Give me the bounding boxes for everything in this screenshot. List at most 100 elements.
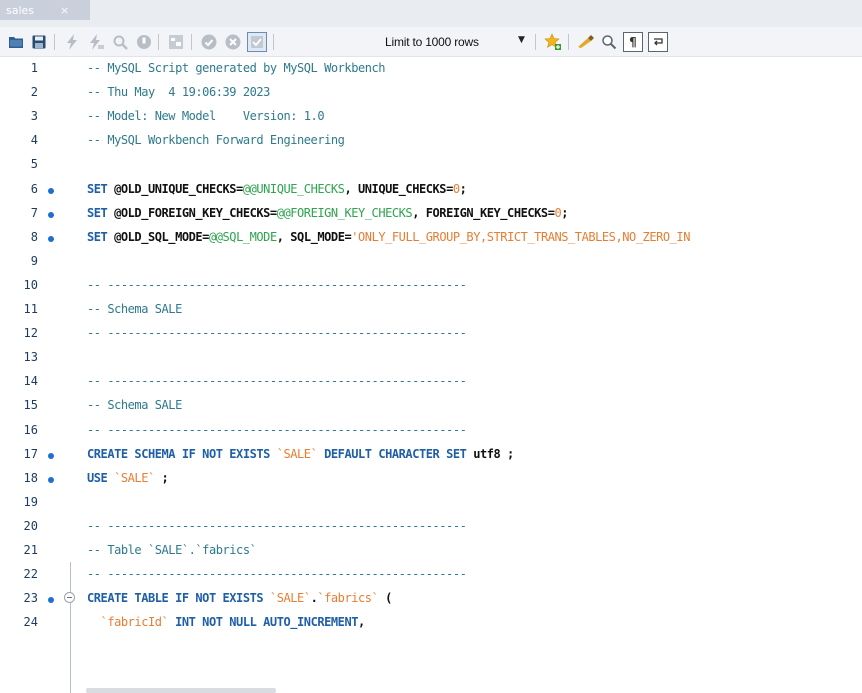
- code-line[interactable]: 7 SET @OLD_FOREIGN_KEY_CHECKS=@@FOREIGN_K…: [0, 202, 862, 226]
- tab-sales[interactable]: sales ×: [0, 0, 90, 20]
- toggle-output-icon[interactable]: [166, 32, 186, 52]
- stop-icon[interactable]: [134, 32, 154, 52]
- code-text: USE `SALE` ;: [87, 471, 169, 485]
- line-number: 15: [23, 398, 38, 413]
- line-number: 13: [23, 350, 38, 365]
- horizontal-scrollbar[interactable]: [86, 688, 276, 693]
- limit-rows-label: Limit to 1000 rows: [385, 35, 479, 49]
- execute-lightning-icon[interactable]: [62, 32, 82, 52]
- line-number: 11: [23, 302, 38, 316]
- code-line[interactable]: 3 -- Model: New Model Version: 1.0: [0, 105, 862, 129]
- line-number: 1: [30, 61, 38, 75]
- sql-editor[interactable]: 1 -- MySQL Script generated by MySQL Work…: [0, 57, 862, 693]
- statement-marker-icon: [48, 476, 54, 483]
- code-line[interactable]: 2 -- Thu May 4 19:06:39 2023: [0, 81, 862, 105]
- code-token: -- -------------------------------------…: [87, 277, 467, 292]
- code-token: SET: [87, 205, 115, 220]
- code-line[interactable]: 23 CREATE TABLE IF NOT EXISTS `SALE`.`fab…: [0, 587, 862, 611]
- code-line[interactable]: 4 -- MySQL Workbench Forward Engineering: [0, 129, 862, 153]
- toolbar-separator: [535, 34, 536, 50]
- save-icon[interactable]: [29, 32, 49, 52]
- statement-marker-icon: [48, 452, 54, 459]
- code-text: SET @OLD_SQL_MODE=@@SQL_MODE, SQL_MODE='…: [87, 230, 690, 244]
- commit-icon[interactable]: [199, 32, 219, 52]
- code-token: @OLD_UNIQUE_CHECKS=: [114, 181, 243, 196]
- toolbar-separator: [158, 34, 159, 50]
- code-text: -- -------------------------------------…: [87, 518, 467, 533]
- code-line[interactable]: 11 -- Schema SALE: [0, 298, 862, 322]
- code-text: -- MySQL Workbench Forward Engineering: [87, 133, 345, 148]
- line-number: 3: [30, 109, 38, 124]
- code-line[interactable]: 13: [0, 346, 862, 370]
- invisible-characters-icon[interactable]: ¶: [623, 32, 643, 52]
- code-token: , FOREIGN_KEY_CHECKS=: [412, 205, 555, 220]
- code-token: -- -------------------------------------…: [87, 518, 467, 533]
- code-text: -- MySQL Script generated by MySQL Workb…: [87, 61, 386, 75]
- beautify-broom-icon[interactable]: [576, 32, 596, 52]
- code-token: SET: [87, 181, 115, 196]
- code-token: ;: [561, 205, 569, 220]
- code-token: DEFAULT CHARACTER SET: [317, 446, 474, 461]
- code-token: ;: [459, 181, 467, 196]
- code-token: -- MySQL Workbench Forward Engineering: [87, 133, 345, 148]
- line-number: 8: [30, 229, 38, 244]
- line-number: 24: [23, 615, 38, 630]
- sql-editor-toolbar: Limit to 1000 rows ▼ ¶: [0, 27, 862, 57]
- code-token: `SALE`: [269, 591, 311, 606]
- code-text: -- -------------------------------------…: [87, 423, 467, 437]
- code-token: CREATE TABLE IF NOT EXISTS: [87, 591, 270, 606]
- code-token: -- Schema SALE: [87, 302, 182, 316]
- code-line[interactable]: 14 -- -----------------------------------…: [0, 370, 862, 394]
- code-line[interactable]: 24 `fabricId` INT NOT NULL AUTO_INCREMEN…: [0, 611, 862, 635]
- code-token: `fabrics`: [317, 591, 379, 606]
- toolbar-separator: [54, 34, 55, 50]
- line-number: 21: [23, 543, 38, 557]
- fold-toggle-icon[interactable]: [64, 592, 75, 604]
- code-token: @@SQL_MODE: [208, 229, 277, 244]
- line-number: 16: [23, 422, 38, 437]
- line-number: 22: [23, 567, 38, 582]
- code-token: `fabricId`: [87, 615, 176, 630]
- code-line[interactable]: 20 -- -----------------------------------…: [0, 515, 862, 539]
- statement-marker-icon: [48, 597, 54, 604]
- code-text: CREATE TABLE IF NOT EXISTS `SALE`.`fabri…: [87, 591, 392, 605]
- code-token: CREATE SCHEMA IF NOT EXISTS: [87, 446, 277, 461]
- code-token: 0: [452, 181, 460, 196]
- rollback-icon[interactable]: [223, 32, 243, 52]
- word-wrap-icon[interactable]: [648, 32, 668, 52]
- code-line[interactable]: 9: [0, 250, 862, 274]
- explain-magnifier-icon[interactable]: [110, 32, 130, 52]
- line-number: 23: [23, 591, 38, 606]
- open-file-icon[interactable]: [6, 32, 26, 52]
- code-line[interactable]: 18 USE `SALE` ;: [0, 467, 862, 491]
- code-line[interactable]: 15 -- Schema SALE: [0, 394, 862, 418]
- code-token: ,: [358, 615, 365, 630]
- toolbar-separator: [568, 34, 569, 50]
- autocommit-toggle-icon[interactable]: [247, 32, 267, 52]
- line-number: 10: [23, 277, 38, 292]
- code-line[interactable]: 12 -- -----------------------------------…: [0, 322, 862, 346]
- code-line[interactable]: 16 -- -----------------------------------…: [0, 419, 862, 443]
- code-token: @OLD_FOREIGN_KEY_CHECKS=: [114, 205, 277, 220]
- code-line[interactable]: 1 -- MySQL Script generated by MySQL Work…: [0, 57, 862, 81]
- code-text: `fabricId` INT NOT NULL AUTO_INCREMENT,: [87, 615, 366, 630]
- code-line[interactable]: 19: [0, 491, 862, 515]
- code-token: SET: [87, 229, 115, 244]
- tab-close-icon[interactable]: ×: [60, 4, 69, 17]
- code-text: -- Table `SALE`.`fabrics`: [87, 543, 257, 557]
- execute-statement-icon[interactable]: [86, 32, 106, 52]
- code-token: -- -------------------------------------…: [87, 374, 467, 389]
- code-line[interactable]: 6 SET @OLD_UNIQUE_CHECKS=@@UNIQUE_CHECKS,…: [0, 178, 862, 202]
- add-snippet-star-icon[interactable]: [543, 32, 563, 52]
- find-icon[interactable]: [599, 32, 619, 52]
- code-line[interactable]: 10 -- -----------------------------------…: [0, 274, 862, 298]
- editor-tab-bar: sales ×: [0, 0, 862, 27]
- code-line[interactable]: 8 SET @OLD_SQL_MODE=@@SQL_MODE, SQL_MODE=…: [0, 226, 862, 250]
- code-line[interactable]: 17 CREATE SCHEMA IF NOT EXISTS `SALE` DEF…: [0, 443, 862, 467]
- code-line[interactable]: 5: [0, 153, 862, 177]
- code-text: -- Model: New Model Version: 1.0: [87, 109, 325, 123]
- code-token: -- Schema SALE: [87, 398, 182, 413]
- code-line[interactable]: 21 -- Table `SALE`.`fabrics`: [0, 539, 862, 563]
- line-number: 14: [23, 374, 38, 389]
- code-line[interactable]: 22 -- -----------------------------------…: [0, 563, 862, 587]
